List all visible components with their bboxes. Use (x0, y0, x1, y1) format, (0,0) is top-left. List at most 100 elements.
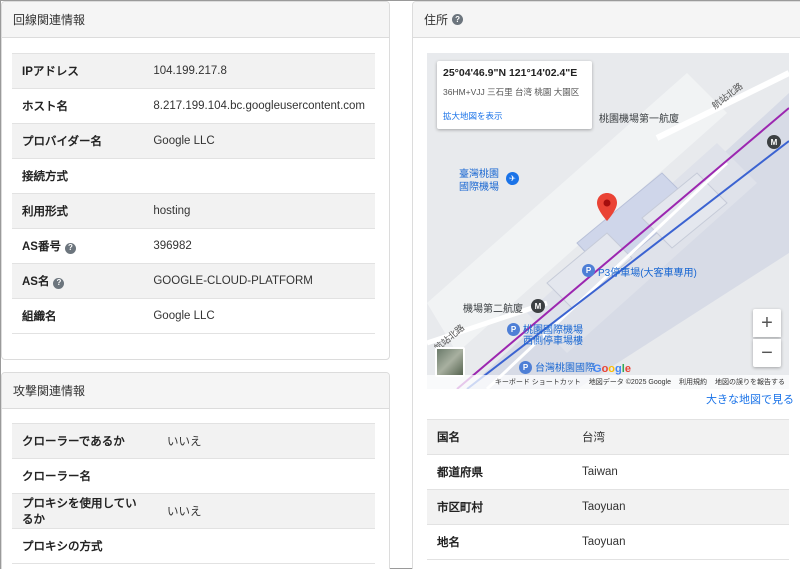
row-key-label: AS名 (22, 276, 50, 288)
map-pin-icon[interactable] (597, 193, 617, 221)
row-key-label: プロキシの方式 (22, 541, 103, 553)
table-row: AS番号? 396982 (12, 228, 375, 264)
table-row: 接続方式 (12, 158, 375, 194)
row-key: 都道府県 (427, 454, 572, 490)
row-key-label: ホスト名 (22, 101, 68, 113)
table-row: IPアドレス 104.199.217.8 (12, 53, 375, 89)
row-value: Taoyuan (572, 489, 789, 525)
row-value: Google LLC (143, 123, 375, 159)
map-plus-code: 36HM+VJJ 三石里 台湾 桃園 大園区 (443, 87, 580, 97)
row-key-label: 市区町村 (437, 502, 483, 514)
table-row: 都道府県 Taiwan (427, 454, 789, 490)
row-value: Taoyuan (572, 524, 789, 560)
map-attribution: キーボード ショートカット 地図データ ©2025 Google 利用規約 地図… (427, 375, 789, 389)
row-value: 台湾 (572, 419, 789, 455)
row-key-label: プロキシを使用しているか (22, 498, 137, 526)
row-key-label: 利用形式 (22, 206, 68, 218)
row-key-label: クローラー名 (22, 471, 91, 483)
table-row: プロバイダー名 Google LLC (12, 123, 375, 159)
row-key-label: IPアドレス (22, 66, 79, 78)
address-title: 住所 (424, 13, 449, 27)
row-key-label: 地名 (437, 537, 460, 549)
row-key: クローラー名 (12, 458, 157, 494)
map-label-parking-p3: P3停車場(大客車專用) (598, 268, 697, 279)
row-value (157, 528, 375, 564)
big-map-link[interactable]: 大きな地図で見る (706, 391, 794, 407)
row-value: GOOGLE-CLOUD-PLATFORM (143, 263, 375, 299)
row-key: AS名? (12, 263, 144, 299)
map-info-box: 25°04'46.9"N 121°14'02.4"E 36HM+VJJ 三石里 … (437, 61, 592, 129)
keyboard-shortcuts-link[interactable]: キーボード ショートカット (495, 377, 581, 387)
parking-icon: P (519, 361, 532, 374)
row-key-label: 接続方式 (22, 171, 68, 183)
row-key: 組織名 (12, 298, 144, 334)
row-value: hosting (143, 193, 375, 229)
row-key-label: プロバイダー名 (22, 136, 103, 148)
row-key-label: 組織名 (22, 311, 57, 323)
attack-info-card: 攻撃関連情報 クローラーであるか いいえ クローラー名 プロキシを使用しているか いいえ… (1, 372, 390, 569)
row-value: Google LLC (143, 298, 375, 334)
google-logo: Google (593, 363, 631, 375)
address-card: 住所 ? 25°04'46.9"N 121°14'02.4"E 36HM+VJJ… (412, 1, 800, 569)
row-value (157, 458, 375, 494)
zoom-out-button[interactable]: − (753, 339, 781, 367)
help-icon[interactable]: ? (452, 14, 464, 25)
table-row: 地名 Taoyuan (427, 524, 789, 560)
row-value: 104.199.217.8 (143, 53, 375, 89)
report-error-link[interactable]: 地図の誤りを報告する (715, 377, 785, 387)
parking-icon: P (507, 323, 520, 336)
table-row: 利用形式 hosting (12, 193, 375, 229)
help-icon[interactable]: ? (64, 242, 76, 254)
row-key: 接続方式 (12, 158, 144, 194)
row-key: プロキシの方式 (12, 528, 157, 564)
line-info-card: 回線関連情報 IPアドレス 104.199.217.8 ホスト名 8.217.199.… (1, 1, 390, 360)
row-key: プロバイダー名 (12, 123, 144, 159)
row-key: 地名 (427, 524, 572, 560)
map-label-west-parking2: 西側停車場樓 (523, 336, 583, 347)
line-info-table: IPアドレス 104.199.217.8 ホスト名 8.217.199.104.bc.… (12, 53, 375, 334)
metro-icon: M (767, 135, 781, 149)
line-info-title: 回線関連情報 (13, 13, 86, 27)
attack-info-title: 攻撃関連情報 (13, 384, 86, 398)
airport-icon: ✈ (506, 172, 519, 185)
map-view[interactable]: 25°04'46.9"N 121°14'02.4"E 36HM+VJJ 三石里 … (427, 53, 789, 389)
map-label-bottom-parking: 台灣桃園國際 (535, 363, 595, 374)
table-row: クローラー名 (12, 458, 375, 494)
parking-icon: P (582, 264, 595, 277)
row-key: クローラーであるか (12, 423, 157, 459)
attack-info-table: クローラーであるか いいえ クローラー名 プロキシを使用しているか いいえ プロキシの方式 (12, 423, 375, 564)
table-row: プロキシの方式 (12, 528, 375, 564)
row-key: IPアドレス (12, 53, 144, 89)
map-label-terminal1: 桃園機場第一航廈 (599, 114, 679, 125)
terms-link[interactable]: 利用規約 (679, 377, 707, 387)
help-icon[interactable]: ? (53, 277, 65, 289)
row-value: 8.217.199.104.bc.googleusercontent.com (143, 88, 375, 124)
row-key: ホスト名 (12, 88, 144, 124)
map-label-terminal2: 機場第二航廈 (463, 304, 523, 315)
zoom-in-button[interactable]: + (753, 309, 781, 337)
metro-icon: M (531, 299, 545, 313)
table-row: クローラーであるか いいえ (12, 423, 375, 459)
row-key-label: AS番号 (22, 241, 61, 253)
row-key-label: 都道府県 (437, 467, 483, 479)
row-value: Taiwan (572, 454, 789, 490)
table-row: プロキシを使用しているか いいえ (12, 493, 375, 529)
row-key: 国名 (427, 419, 572, 455)
line-info-header: 回線関連情報 (2, 2, 389, 38)
satellite-toggle-button[interactable] (435, 347, 465, 377)
attack-info-header: 攻撃関連情報 (2, 373, 389, 409)
map-data-text: 地図データ ©2025 Google (588, 379, 671, 386)
row-key: 市区町村 (427, 489, 572, 525)
row-value: いいえ (157, 423, 375, 459)
row-value: 396982 (143, 228, 375, 264)
table-row: ホスト名 8.217.199.104.bc.googleusercontent.c… (12, 88, 375, 124)
table-row: 組織名 Google LLC (12, 298, 375, 334)
address-header: 住所 ? (413, 2, 800, 38)
row-value: いいえ (157, 493, 375, 529)
row-key: 利用形式 (12, 193, 144, 229)
row-key: プロキシを使用しているか (12, 493, 157, 529)
map-coordinates: 25°04'46.9"N 121°14'02.4"E (443, 67, 578, 79)
enlarge-map-link[interactable]: 拡大地図を表示 (443, 110, 586, 122)
table-row: 国名 台湾 (427, 419, 789, 455)
table-row: AS名? GOOGLE-CLOUD-PLATFORM (12, 263, 375, 299)
